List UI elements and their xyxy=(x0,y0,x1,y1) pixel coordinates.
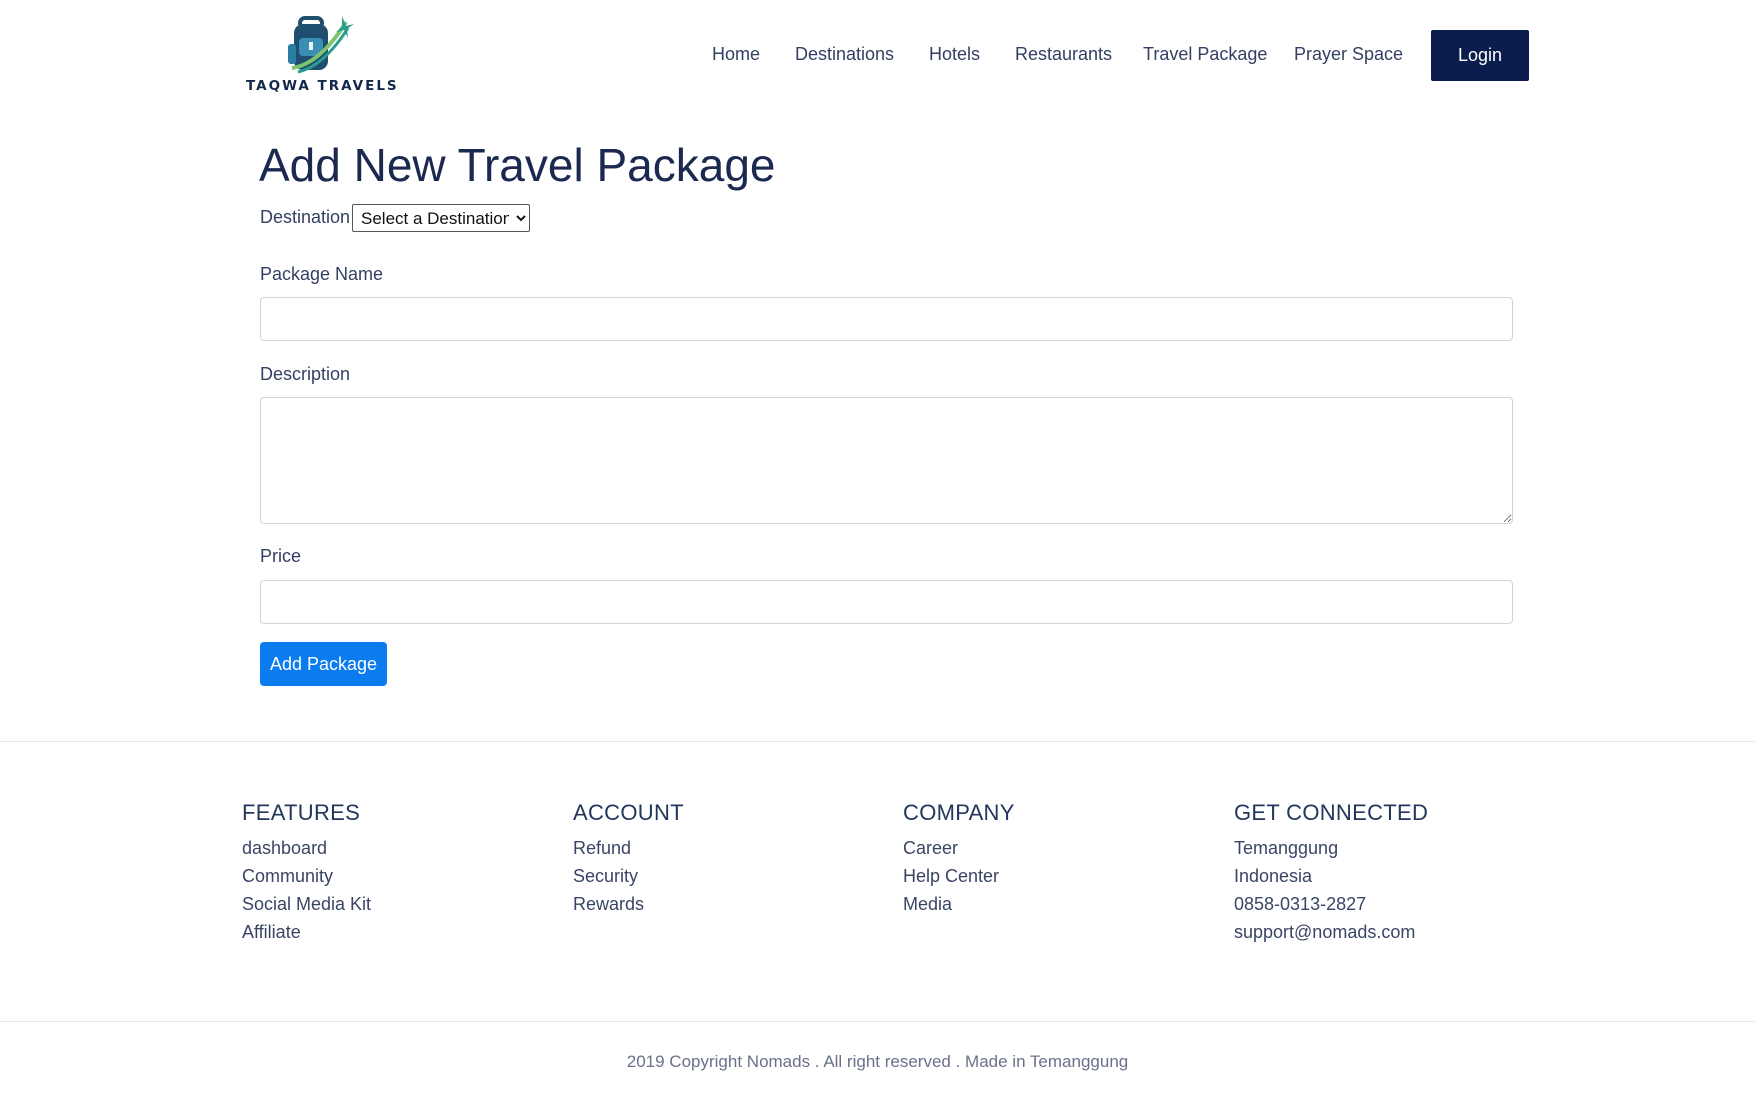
footer-link-media[interactable]: Media xyxy=(903,894,1203,922)
nav-prayer-space[interactable]: Prayer Space xyxy=(1294,44,1403,65)
footer-link-security[interactable]: Security xyxy=(573,866,873,894)
footer-city: Temanggung xyxy=(1234,838,1339,858)
footer-link-refund[interactable]: Refund xyxy=(573,838,873,866)
footer-connect-column: GET CONNECTED Temanggung Indonesia 0858-… xyxy=(1234,800,1534,950)
price-input[interactable] xyxy=(260,580,1513,624)
footer-link-rewards[interactable]: Rewards xyxy=(573,894,873,922)
footer-account-column: ACCOUNT Refund Security Rewards xyxy=(573,800,873,922)
nav-travel-package[interactable]: Travel Package xyxy=(1143,44,1267,65)
footer-company-column: COMPANY Career Help Center Media xyxy=(903,800,1203,922)
footer-link-community[interactable]: Community xyxy=(242,866,542,894)
footer-email[interactable]: support@nomads.com xyxy=(1234,922,1534,950)
footer-divider-top xyxy=(0,741,1755,742)
footer-heading-company: COMPANY xyxy=(903,800,1015,825)
description-label: Description xyxy=(260,364,351,384)
footer-link-affiliate[interactable]: Affiliate xyxy=(242,922,542,950)
footer-divider-bottom xyxy=(0,1021,1755,1022)
footer-country: Indonesia xyxy=(1234,866,1313,886)
main-nav: Home Destinations Hotels Restaurants Tra… xyxy=(0,30,1755,82)
footer-heading-features: FEATURES xyxy=(242,800,361,825)
footer-link-dashboard[interactable]: dashboard xyxy=(242,838,542,866)
package-name-label: Package Name xyxy=(260,264,384,284)
package-name-input[interactable] xyxy=(260,297,1513,341)
nav-hotels[interactable]: Hotels xyxy=(929,44,980,65)
price-label: Price xyxy=(260,546,302,566)
add-package-button[interactable]: Add Package xyxy=(260,642,387,686)
destination-select[interactable]: Select a Destination xyxy=(352,204,530,232)
nav-restaurants[interactable]: Restaurants xyxy=(1015,44,1112,65)
footer-phone[interactable]: 0858-0313-2827 xyxy=(1234,894,1534,922)
login-button[interactable]: Login xyxy=(1431,30,1529,81)
nav-home[interactable]: Home xyxy=(712,44,760,65)
description-textarea[interactable] xyxy=(260,397,1513,524)
footer-link-help-center[interactable]: Help Center xyxy=(903,866,1203,894)
footer-link-career[interactable]: Career xyxy=(903,838,1203,866)
footer-heading-get-connected: GET CONNECTED xyxy=(1234,800,1429,825)
footer-heading-account: ACCOUNT xyxy=(573,800,684,825)
page-title: Add New Travel Package xyxy=(259,139,776,191)
footer-link-social-media-kit[interactable]: Social Media Kit xyxy=(242,894,542,922)
nav-destinations[interactable]: Destinations xyxy=(795,44,894,65)
footer-features-column: FEATURES dashboard Community Social Medi… xyxy=(242,800,542,950)
copyright-text: 2019 Copyright Nomads . All right reserv… xyxy=(626,1052,1129,1071)
destination-label: Destination xyxy=(260,207,351,227)
